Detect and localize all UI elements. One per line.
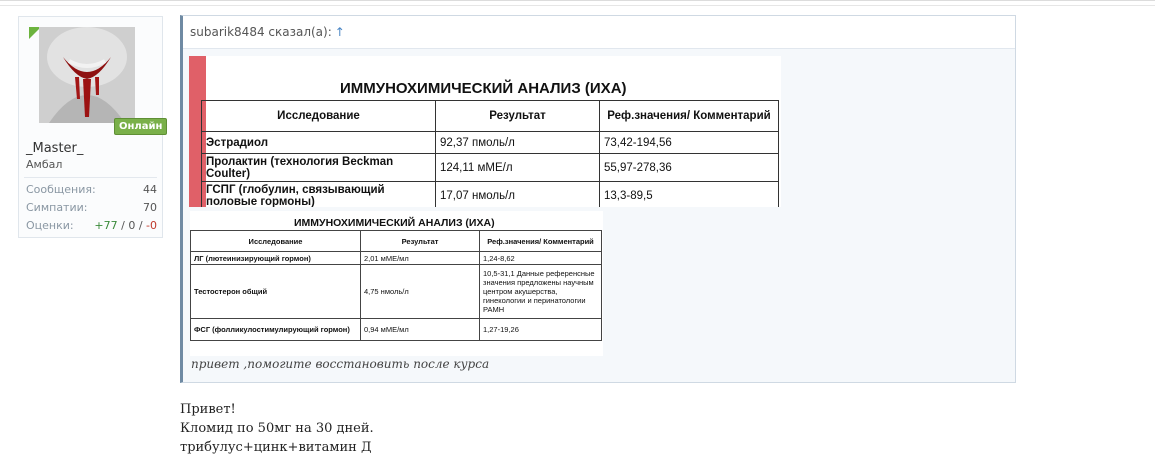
cell: 1,27-19,26 [479, 318, 602, 341]
quote-text: привет ,помогите восстановить после курс… [191, 357, 490, 371]
message-line: Кломид по 50мг на 30 дней. [180, 421, 374, 436]
ratings-negative: -0 [146, 219, 157, 232]
user-card: Онлайн _Master_ Амбал Сообщения: 44 Симп… [18, 16, 168, 238]
cell: 73,42-194,56 [599, 131, 779, 154]
quote-author: subarik8484 сказал(а): [190, 25, 332, 39]
scan2-header: Исследование [190, 230, 361, 252]
scan2-header: Реф.значения/ Комментарий [479, 230, 602, 252]
message-line: Привет! [180, 402, 236, 417]
top-divider [0, 0, 1155, 1]
table-row: Пролактин (технология Beckman Coulter) 1… [201, 153, 779, 182]
scan1-title: ИММУНОХИМИЧЕСКИЙ АНАЛИЗ (ИХА) [340, 80, 627, 97]
cell: 92,37 пмоль/л [435, 131, 600, 154]
stat-messages-value[interactable]: 44 [143, 183, 157, 196]
user-card-divider [24, 177, 157, 178]
stat-likes-label: Симпатии: [26, 201, 88, 214]
ratings-sep: / [117, 219, 129, 232]
scan1-header: Результат [435, 100, 600, 132]
ratings-sep: / [135, 219, 147, 232]
table-row: ЛГ (лютеинизирующий гормон) 2,01 мМЕ/мл … [190, 251, 602, 265]
avatar-image-icon [39, 27, 135, 123]
stat-likes-value: 70 [143, 201, 157, 214]
cell: ГСПГ (глобулин, связывающий половые горм… [201, 181, 436, 207]
scan2-title: ИММУНОХИМИЧЕСКИЙ АНАЛИЗ (ИХА) [294, 217, 495, 229]
cell: Пролактин (технология Beckman Coulter) [201, 153, 436, 182]
table-row: Эстрадиол 92,37 пмоль/л 73,42-194,56 [201, 131, 779, 154]
cell: 2,01 мМЕ/мл [360, 251, 480, 265]
avatar[interactable] [39, 27, 135, 123]
cell: 124,11 мМЕ/л [435, 153, 600, 182]
cell: 13,3-89,5 [599, 181, 779, 207]
stat-messages-label: Сообщения: [26, 183, 96, 196]
stat-messages: Сообщения: 44 [26, 183, 157, 196]
user-title: Амбал [26, 158, 63, 171]
cell: Эстрадиол [201, 131, 436, 154]
scan1-table: Исследование Результат Реф.значения/ Ком… [201, 100, 779, 207]
table-row: ФСГ (фолликулостимулирующий гормон) 0,94… [190, 318, 602, 341]
scan1-header: Исследование [201, 100, 436, 132]
stat-ratings-label: Оценки: [26, 219, 74, 232]
scan1-header: Реф.значения/ Комментарий [599, 100, 779, 132]
message-line: трибулус+цинк+витамин Д [180, 440, 372, 455]
cell: 55,97-278,36 [599, 153, 779, 182]
scan-image-1[interactable]: ИММУНОХИМИЧЕСКИЙ АНАЛИЗ (ИХА) Исследован… [189, 56, 781, 207]
cell: ЛГ (лютеинизирующий гормон) [190, 251, 361, 265]
message-body: Привет! Кломид по 50мг на 30 дней. трибу… [180, 400, 374, 457]
cell: 10,5-31,1 Данные референсные значения пр… [479, 264, 602, 319]
cell: 0,94 мМЕ/мл [360, 318, 480, 341]
cell: 17,07 нмоль/л [435, 181, 600, 207]
scan2-header: Результат [360, 230, 480, 252]
stat-ratings-value: +77 / 0 / -0 [94, 219, 157, 232]
stat-ratings: Оценки: +77 / 0 / -0 [26, 219, 157, 232]
table-row: ГСПГ (глобулин, связывающий половые горм… [201, 181, 779, 207]
online-badge: Онлайн [114, 118, 168, 135]
top-divider-2 [0, 5, 1155, 6]
stat-likes: Симпатии: 70 [26, 201, 157, 214]
cell: ФСГ (фолликулостимулирующий гормон) [190, 318, 361, 341]
cell: 4,75 нмоль/л [360, 264, 480, 319]
quote-jump-arrow-icon[interactable]: ↑ [335, 25, 345, 39]
quote-header: subarik8484 сказал(а): ↑ [183, 16, 1015, 49]
ratings-positive: +77 [94, 219, 118, 232]
cell: 1,24-8,62 [479, 251, 602, 265]
cell: Тестостерон общий [190, 264, 361, 319]
table-row: Тестостерон общий 4,75 нмоль/л 10,5-31,1… [190, 264, 602, 319]
username-link[interactable]: _Master_ [26, 141, 83, 156]
scan-image-2[interactable]: ИММУНОХИМИЧЕСКИЙ АНАЛИЗ (ИХА) Исследован… [190, 211, 603, 356]
scan2-table: Исследование Результат Реф.значения/ Ком… [190, 230, 602, 341]
